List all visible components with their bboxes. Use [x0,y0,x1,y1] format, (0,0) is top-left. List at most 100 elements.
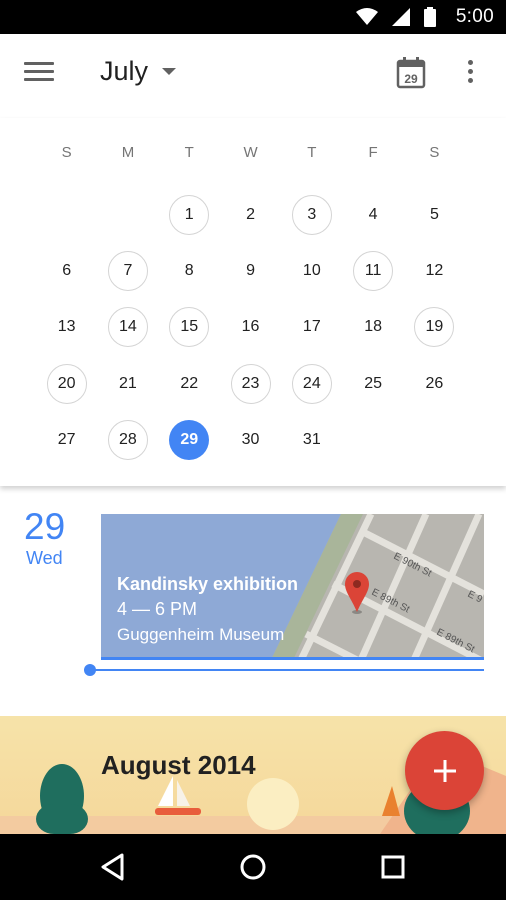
agenda: 29 Wed E 90th St E 89th St E 89th St E 9… [0,486,506,716]
day-number[interactable]: 8 [169,251,209,291]
day-cell: 23 [220,356,281,412]
day-cell: 15 [159,299,220,355]
signal-icon [391,8,410,26]
day-cell: 20 [36,356,97,412]
more-vert-icon [462,60,478,83]
day-cell [404,412,465,468]
day-number[interactable]: 10 [292,251,332,291]
day-cell: 8 [159,243,220,299]
day-cell: 5 [404,187,465,243]
app-bar: July 29 [0,34,506,118]
day-number[interactable]: 22 [169,364,209,404]
day-number[interactable]: 1 [169,195,210,236]
back-button[interactable] [94,848,132,886]
today-icon-label: 29 [404,72,418,86]
more-options-button[interactable] [462,60,478,90]
day-cell: 17 [281,299,342,355]
day-number[interactable]: 5 [414,195,454,235]
day-number[interactable]: 25 [353,364,393,404]
day-selected[interactable]: 29 [169,419,210,460]
day-cell: 10 [281,243,342,299]
day-cell: 3 [281,187,342,243]
day-number[interactable]: 11 [353,251,394,292]
add-event-button[interactable] [405,731,484,810]
day-cell: 26 [404,356,465,412]
menu-icon [24,62,54,65]
day-number[interactable]: 9 [231,251,271,291]
month-selector[interactable]: July [100,56,177,87]
day-number[interactable]: 19 [414,307,455,348]
day-cell: 6 [36,243,97,299]
day-cell: 13 [36,299,97,355]
weekday-label: T [184,144,194,161]
weekday-label: F [368,144,378,161]
weekday-label: W [243,144,258,161]
navigation-bar [0,834,506,900]
day-number[interactable]: 26 [414,364,454,404]
day-number[interactable]: 21 [108,364,148,404]
day-cell: 30 [220,412,281,468]
day-cell: 19 [404,299,465,355]
month-banner-title: August 2014 [101,750,256,780]
day-grid: 1 2 3 4 5 6 7 8 9 10 11 12 13 14 15 16 17 18 19 20 21 22 23 24 2… [36,187,465,468]
recents-button[interactable] [374,848,412,886]
day-number[interactable]: 6 [47,251,87,291]
event-card[interactable]: E 90th St E 89th St E 89th St E 9 Kandin… [101,514,484,660]
weekday-label: S [429,144,440,161]
day-cell: 25 [342,356,403,412]
day-cell: 27 [36,412,97,468]
current-time-dot [84,664,96,676]
event-time: 4 — 6 PM [117,599,198,619]
recents-icon [381,855,405,879]
day-cell: 21 [97,356,158,412]
day-cell [342,412,403,468]
day-number[interactable]: 7 [107,251,148,292]
day-cell: 18 [342,299,403,355]
day-cell: 4 [342,187,403,243]
day-number[interactable]: 16 [231,307,271,347]
day-cell: 28 [97,412,158,468]
day-number[interactable]: 31 [292,420,332,460]
day-number[interactable]: 12 [414,251,454,291]
weekday-label: T [307,144,317,161]
event-details: Kandinsky exhibition 4 — 6 PM Guggenheim… [117,574,298,645]
event-title: Kandinsky exhibition [117,574,299,594]
day-number[interactable]: 17 [292,307,332,347]
day-number[interactable]: 30 [231,420,271,460]
day-number[interactable]: 13 [47,307,87,347]
day-cell: 16 [220,299,281,355]
day-cell: 14 [97,299,158,355]
today-button[interactable]: 29 [396,56,426,89]
day-number[interactable]: 28 [107,419,148,460]
day-cell: 22 [159,356,220,412]
day-cell: 7 [97,243,158,299]
day-number[interactable]: 24 [291,363,332,404]
back-icon [101,853,124,881]
weekday-label: M [121,144,135,161]
day-cell: 29 [159,412,220,468]
agenda-date-weekday: Wed [26,548,63,568]
home-button[interactable] [234,848,272,886]
day-number[interactable]: 14 [107,307,148,348]
day-cell: 9 [220,243,281,299]
wifi-icon [355,8,378,25]
day-number[interactable]: 18 [353,307,393,347]
day-number[interactable]: 4 [353,195,393,235]
day-number[interactable]: 3 [291,195,332,236]
day-cell: 12 [404,243,465,299]
day-number[interactable]: 20 [46,363,87,404]
day-cell [97,187,158,243]
day-cell: 24 [281,356,342,412]
weekday-header: SMTWTFS [36,144,465,161]
screen: 5:00 July 29 SMTWTFS 1 2 3 4 5 6 7 8 9 10 11 12 13 14… [0,0,506,900]
caret-down-icon [162,68,177,75]
day-cell: 2 [220,187,281,243]
day-number[interactable]: 23 [230,363,271,404]
day-number[interactable]: 27 [47,420,87,460]
home-icon [240,854,266,880]
day-number[interactable]: 2 [231,195,271,235]
day-number[interactable]: 15 [169,307,210,348]
day-cell: 1 [159,187,220,243]
menu-button[interactable] [24,62,54,88]
agenda-date-number: 29 [24,506,66,547]
